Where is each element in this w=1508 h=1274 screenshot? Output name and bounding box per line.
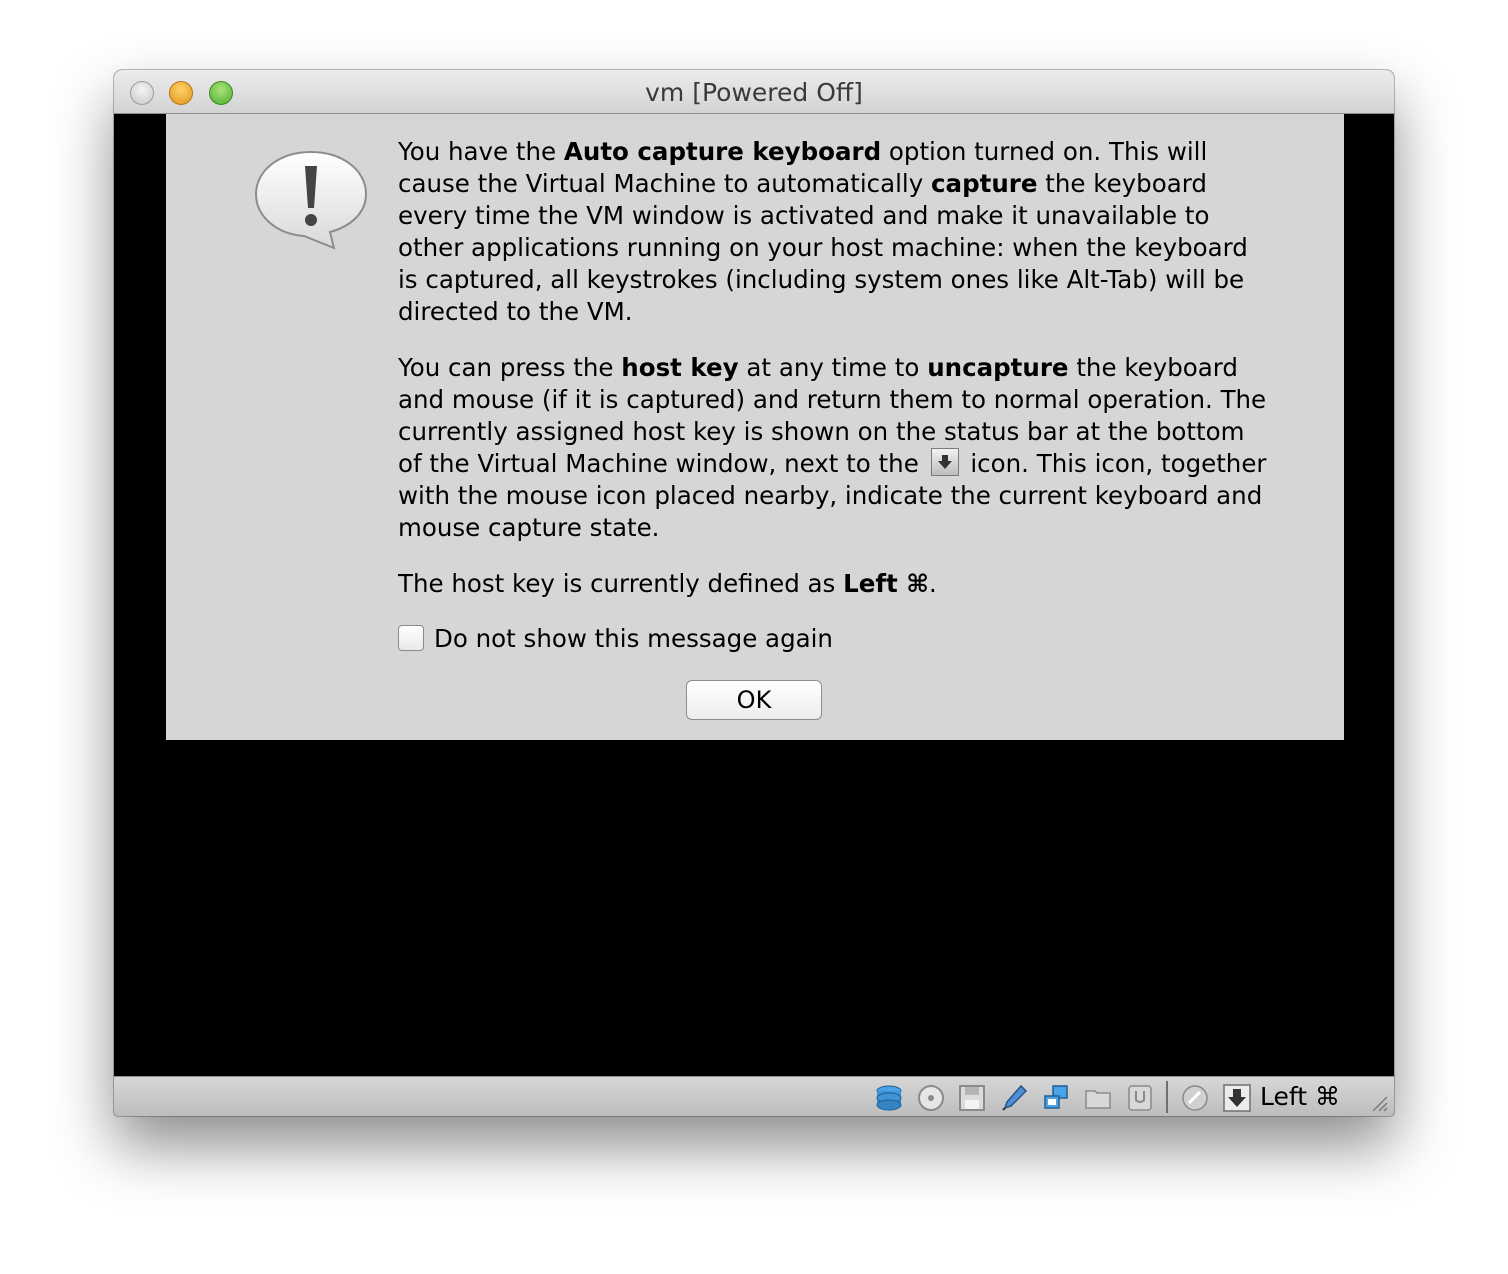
host-key-indicator: Left ⌘ (1260, 1082, 1340, 1111)
dialog-message: You have the Auto capture keyboard optio… (398, 136, 1268, 600)
auto-capture-keyboard-dialog: You have the Auto capture keyboard optio… (166, 114, 1344, 740)
ok-button[interactable]: OK (686, 680, 822, 720)
do-not-show-again-label[interactable]: Do not show this message again (434, 624, 833, 653)
floppy-icon[interactable] (957, 1083, 987, 1113)
capture-term: capture (931, 169, 1038, 198)
message-paragraph-1: You have the Auto capture keyboard optio… (398, 136, 1268, 328)
hard-disk-icon[interactable] (874, 1083, 904, 1113)
text: You have the (398, 137, 564, 166)
do-not-show-again-checkbox[interactable] (398, 625, 424, 651)
vm-window: vm [Powered Off] You have the Auto captu… (114, 70, 1394, 1116)
window-title: vm [Powered Off] (645, 78, 863, 107)
text: . (928, 569, 937, 598)
keyboard-capture-icon[interactable] (1222, 1083, 1252, 1113)
shared-folder-icon[interactable] (1083, 1083, 1113, 1113)
host-key-value: Left ⌘ (843, 569, 929, 598)
uncapture-term: uncapture (927, 353, 1069, 382)
message-paragraph-2: You can press the host key at any time t… (398, 352, 1268, 544)
network-icon[interactable] (1041, 1083, 1071, 1113)
text: at any time to (738, 353, 928, 382)
do-not-show-again-row[interactable]: Do not show this message again (398, 622, 833, 654)
resize-grip-icon[interactable] (1368, 1092, 1388, 1112)
usb-device-icon[interactable] (1125, 1083, 1155, 1113)
host-key-term: host key (621, 353, 739, 382)
text: The host key is currently defined as (398, 569, 844, 598)
title-bar[interactable]: vm [Powered Off] (114, 70, 1394, 114)
text: You can press the (398, 353, 622, 382)
optical-disk-icon[interactable] (916, 1083, 946, 1113)
status-bar: Left ⌘ (114, 1076, 1394, 1116)
exclamation-bubble-icon (254, 150, 368, 250)
mouse-capture-icon[interactable] (1180, 1083, 1210, 1113)
status-bar-separator (1166, 1081, 1168, 1113)
message-paragraph-3: The host key is currently defined as Lef… (398, 568, 1268, 600)
vm-screen[interactable]: You have the Auto capture keyboard optio… (114, 114, 1394, 1076)
auto-capture-option-name: Auto capture keyboard (563, 137, 882, 166)
keyboard-capture-icon (930, 448, 959, 476)
usb-pen-icon[interactable] (999, 1083, 1029, 1113)
